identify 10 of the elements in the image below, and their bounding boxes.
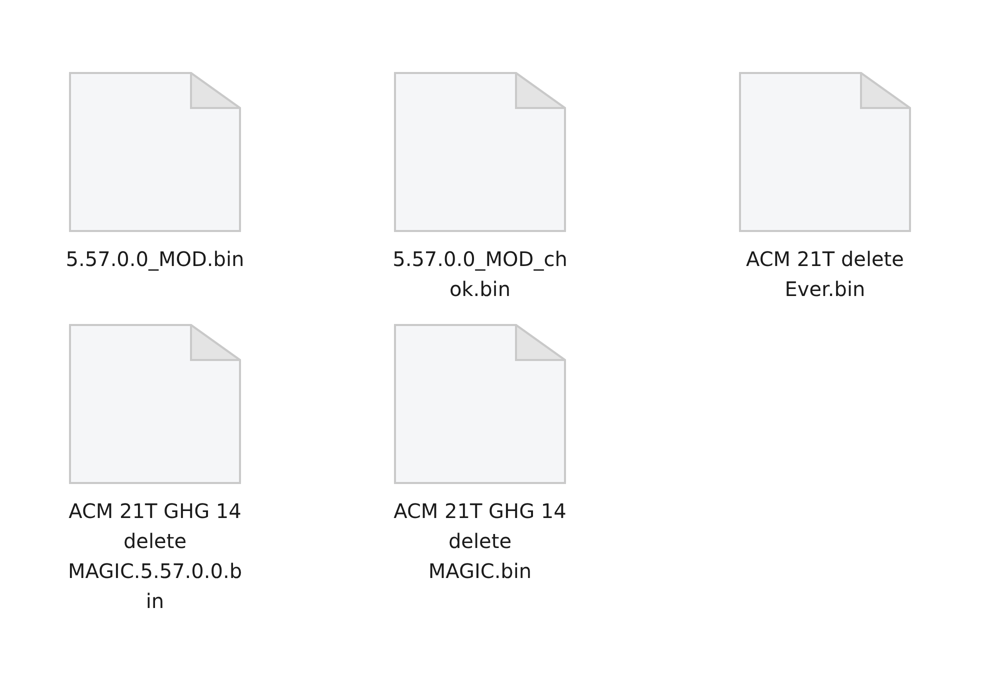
file-icon [69, 72, 241, 232]
file-name[interactable]: ACM 21T delete Ever.bin [746, 244, 904, 304]
file-icon [394, 324, 566, 484]
file-icon [394, 72, 566, 232]
file-icon [69, 324, 241, 484]
file-name[interactable]: ACM 21T GHG 14 delete MAGIC.5.57.0.0.b in [68, 496, 242, 616]
file-name[interactable]: 5.57.0.0_MOD.bin [66, 244, 244, 274]
file-name[interactable]: 5.57.0.0_MOD_ch ok.bin [392, 244, 568, 304]
file-name[interactable]: ACM 21T GHG 14 delete MAGIC.bin [394, 496, 566, 586]
file-icon [739, 72, 911, 232]
